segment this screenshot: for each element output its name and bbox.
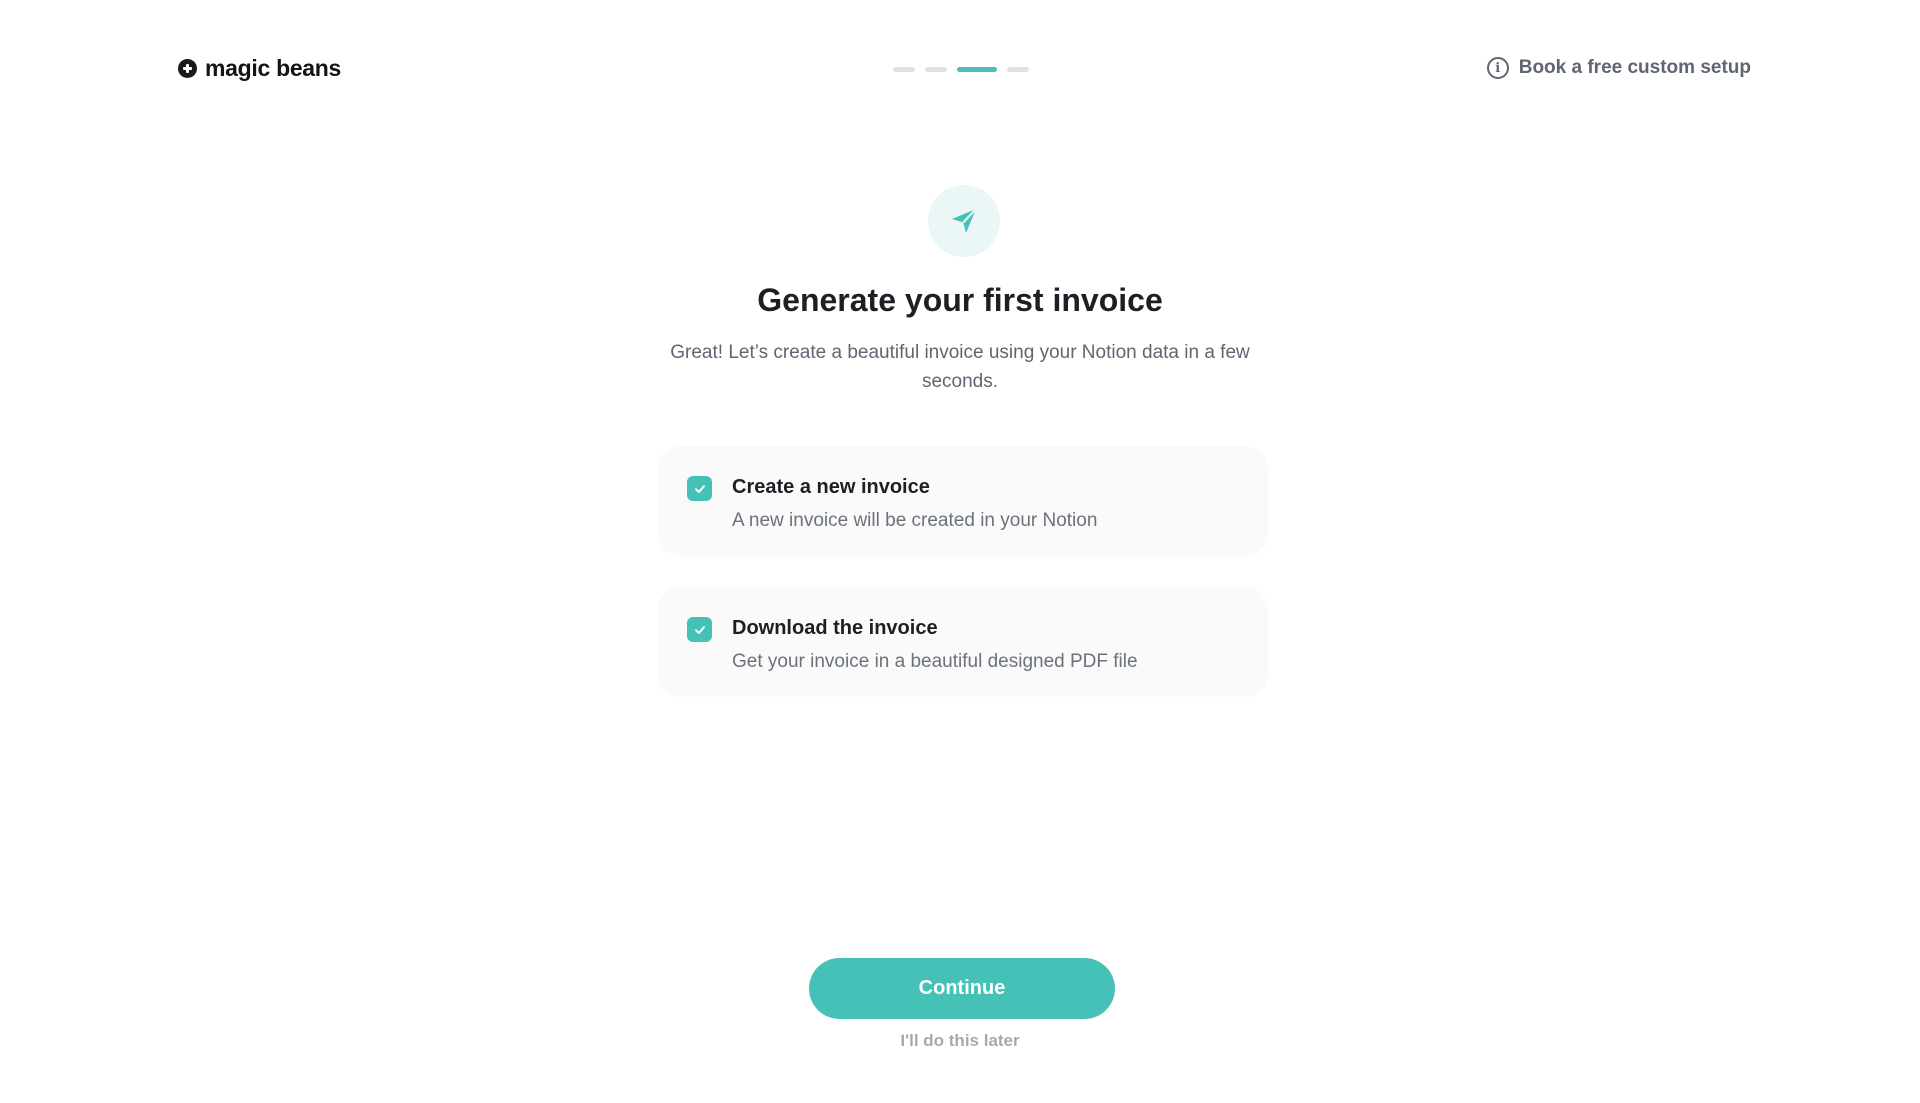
checkmark-icon bbox=[694, 625, 705, 634]
info-icon: i bbox=[1486, 57, 1509, 79]
option-text: Download the invoice Get your invoice in… bbox=[732, 613, 1138, 697]
checkbox-download-invoice[interactable] bbox=[687, 617, 712, 642]
book-setup-label: Book a free custom setup bbox=[1518, 57, 1751, 78]
checkbox-create-invoice[interactable] bbox=[687, 476, 712, 501]
logo-mark-icon bbox=[178, 59, 197, 78]
paper-plane-icon bbox=[928, 185, 1000, 257]
logo[interactable]: magic beans bbox=[178, 55, 341, 82]
option-title: Create a new invoice bbox=[732, 476, 930, 498]
option-title: Download the invoice bbox=[732, 617, 938, 639]
continue-button[interactable]: Continue bbox=[809, 958, 1115, 1019]
option-text: Create a new invoice A new invoice will … bbox=[732, 472, 1097, 556]
option-card-download-invoice[interactable]: Download the invoice Get your invoice in… bbox=[658, 587, 1268, 697]
book-setup-link[interactable]: i Book a free custom setup bbox=[1486, 57, 1751, 79]
page-title: Generate your first invoice bbox=[757, 282, 1163, 318]
logo-text: magic beans bbox=[205, 55, 342, 81]
skip-link[interactable]: I'll do this later bbox=[0, 1031, 1920, 1051]
progress-step-3-current bbox=[957, 67, 997, 72]
page-subtitle: Great! Let’s create a beautiful invoice … bbox=[670, 342, 1250, 392]
option-description: Get your invoice in a beautiful designed… bbox=[732, 651, 1138, 672]
progress-step-1 bbox=[893, 67, 915, 72]
progress-step-2 bbox=[925, 67, 947, 72]
progress-step-4 bbox=[1007, 67, 1029, 72]
progress-stepper bbox=[893, 67, 1029, 72]
option-description: A new invoice will be created in your No… bbox=[732, 510, 1098, 531]
checkmark-icon bbox=[694, 484, 705, 493]
option-card-create-invoice[interactable]: Create a new invoice A new invoice will … bbox=[658, 446, 1268, 556]
onboarding-page: magic beans i Book a free custom setup G… bbox=[0, 0, 1920, 1103]
